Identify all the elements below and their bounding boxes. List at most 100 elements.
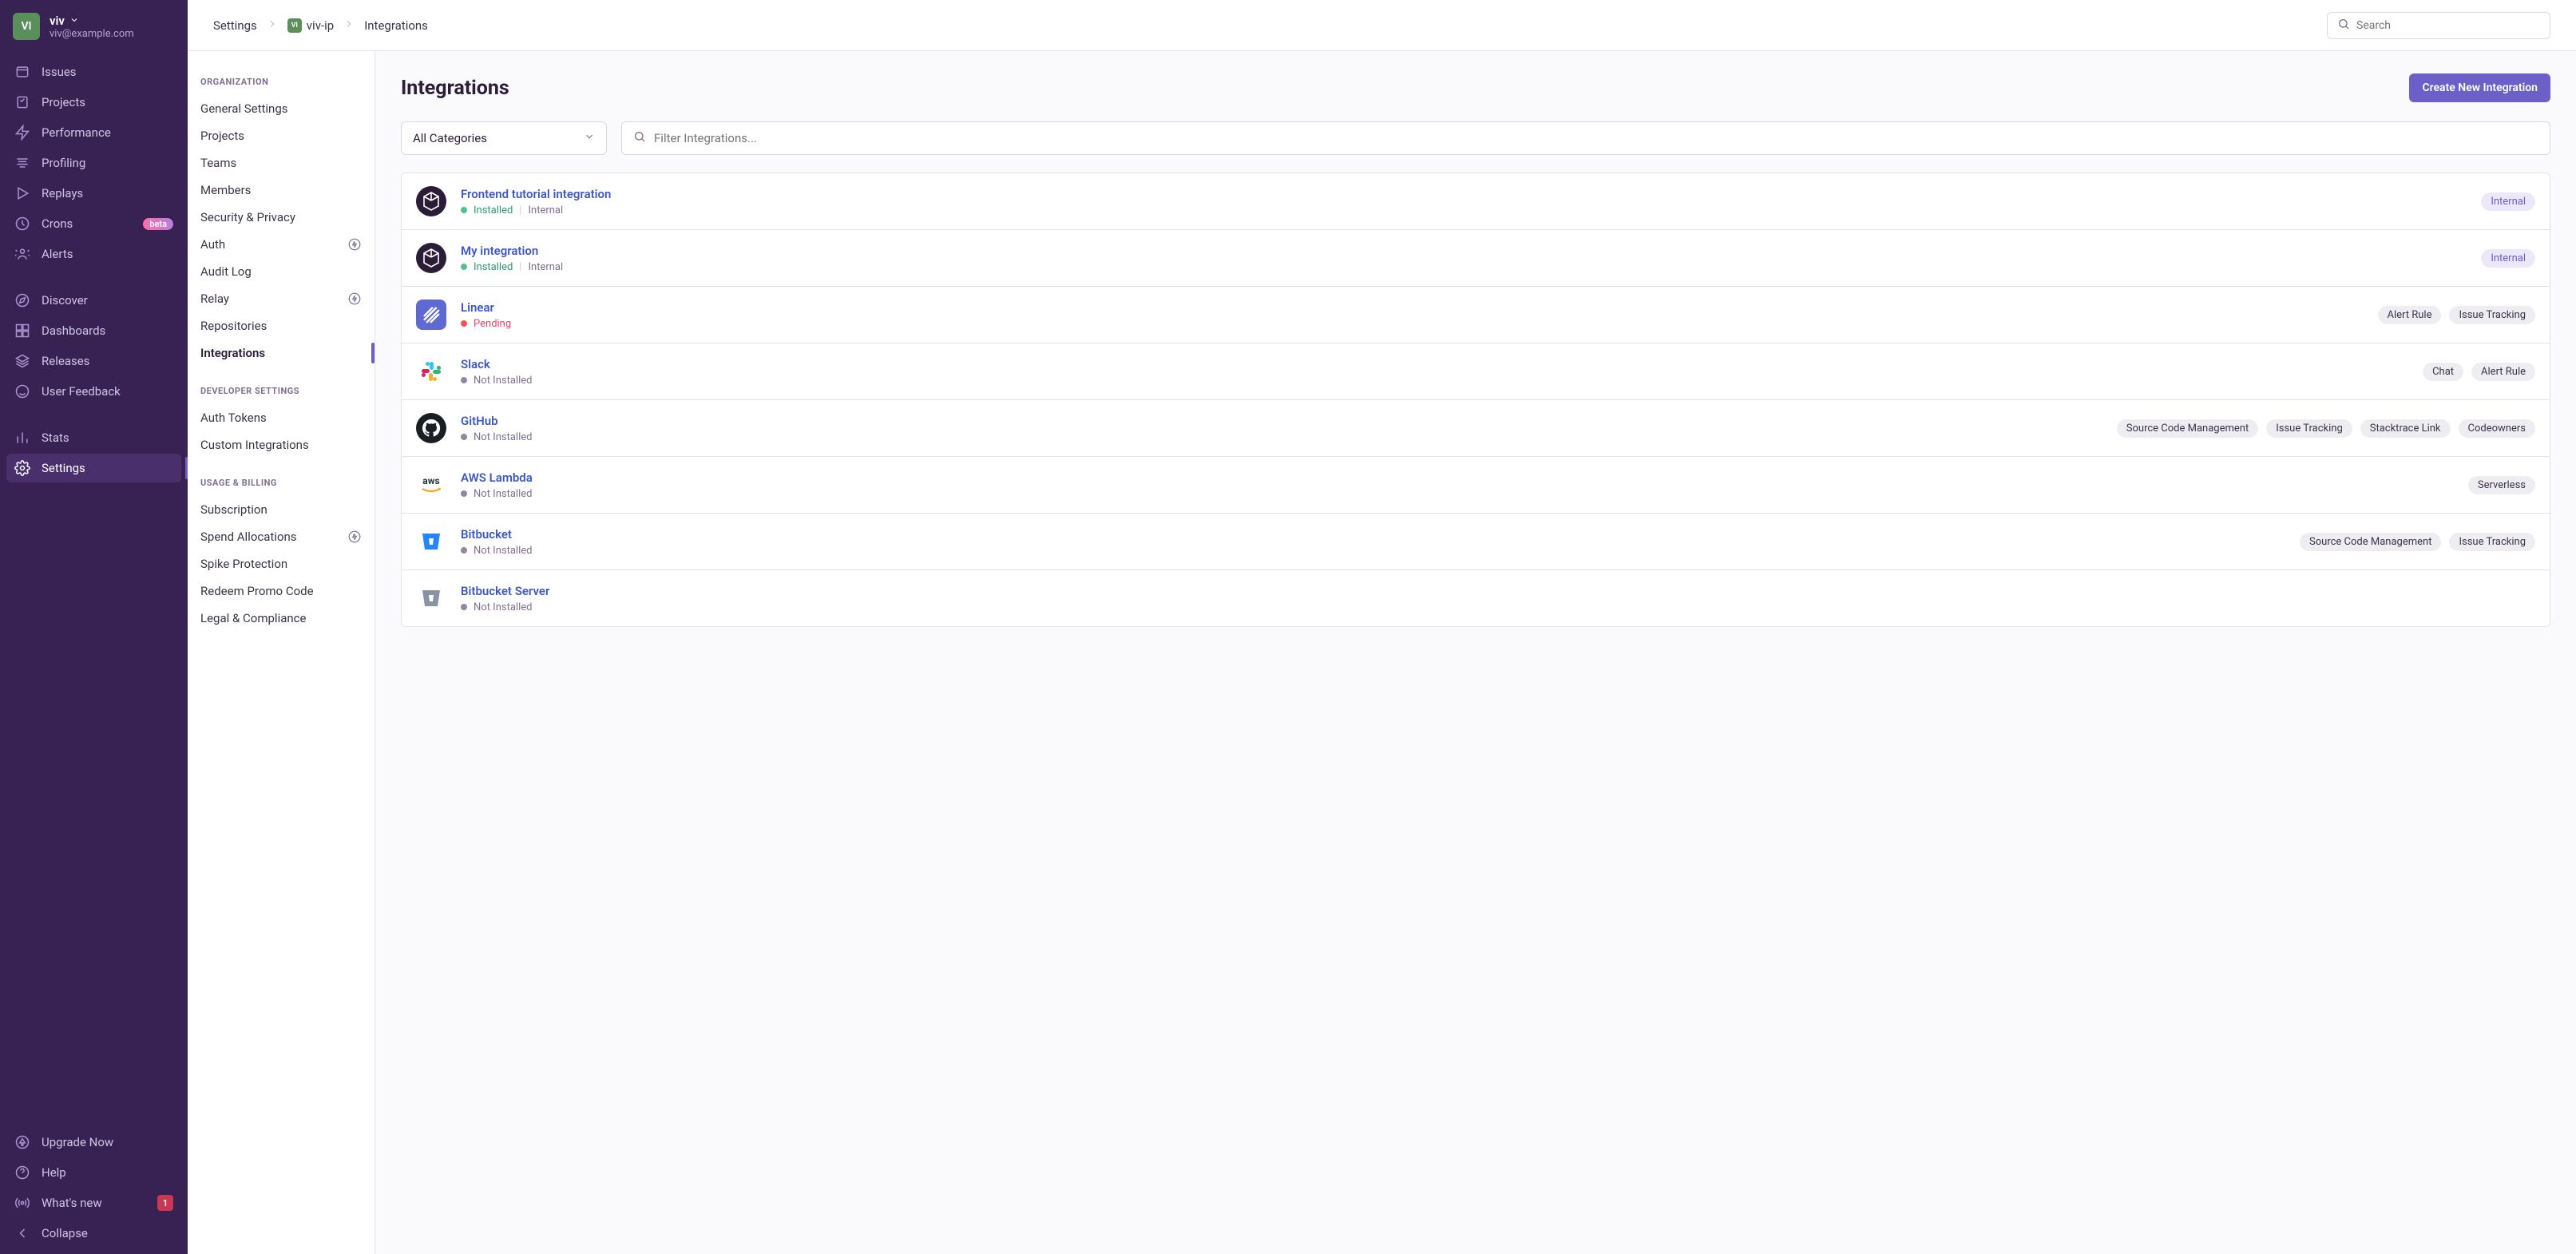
integration-name-link[interactable]: AWS Lambda [461, 470, 533, 485]
github-logo-icon [416, 413, 446, 443]
settings-nav-item-label: Integrations [200, 346, 265, 360]
settings-nav-item-integrations[interactable]: Integrations [200, 339, 362, 367]
sidebar-item-label: Collapse [42, 1226, 88, 1240]
settings-nav-item-projects[interactable]: Projects [200, 122, 362, 149]
settings-nav-item-security-privacy[interactable]: Security & Privacy [200, 204, 362, 231]
sidebar-item-label: What's new [42, 1196, 102, 1210]
settings-nav-item-teams[interactable]: Teams [200, 149, 362, 177]
settings-nav-item-label: Spike Protection [200, 557, 287, 571]
sidebar-item-projects[interactable]: Projects [6, 88, 181, 117]
category-select-label: All Categories [413, 131, 487, 145]
sidebar-item-settings[interactable]: Settings [6, 454, 181, 482]
integration-name-link[interactable]: GitHub [461, 414, 532, 428]
breadcrumb-root[interactable]: Settings [213, 18, 257, 33]
sidebar-primary: VI viv viv@example.com Issues Projects P… [0, 0, 188, 1254]
integration-row[interactable]: BitbucketNot InstalledSource Code Manage… [402, 514, 2550, 570]
integration-row[interactable]: AWS Lambda Not Installed Serverless [402, 457, 2550, 514]
integration-row[interactable]: Linear Pending Alert Rule Issue Tracking [402, 287, 2550, 343]
sidebar-item-label: Dashboards [42, 323, 105, 338]
topbar: Settings VI viv-ip Integrations [188, 0, 2576, 51]
tag-pill: Alert Rule [2378, 306, 2442, 324]
integration-tags: Serverless [2468, 476, 2535, 494]
integration-row[interactable]: Frontend tutorial integrationInstalled|I… [402, 173, 2550, 230]
releases-icon [14, 353, 30, 369]
integration-name-link[interactable]: Bitbucket Server [461, 584, 549, 598]
settings-nav-item-label: Audit Log [200, 264, 252, 279]
sidebar-item-replays[interactable]: Replays [6, 179, 181, 208]
integration-row[interactable]: Bitbucket Server Not Installed [402, 570, 2550, 626]
sidebar-item-crons[interactable]: Crons beta [6, 209, 181, 238]
sidebar-item-collapse[interactable]: Collapse [6, 1219, 181, 1248]
sidebar-item-upgrade[interactable]: Upgrade Now [6, 1128, 181, 1157]
sidebar-item-profiling[interactable]: Profiling [6, 149, 181, 177]
search-input[interactable] [2356, 19, 2540, 32]
category-select[interactable]: All Categories [401, 121, 607, 155]
settings-nav-item-label: Custom Integrations [200, 438, 309, 452]
sidebar-item-discover[interactable]: Discover [6, 286, 181, 315]
issues-icon [14, 64, 30, 80]
tag-pill: Internal [2481, 249, 2535, 268]
chevron-right-icon [267, 18, 278, 33]
settings-nav-item-auth-tokens[interactable]: Auth Tokens [200, 404, 362, 431]
integration-status-label: Not Installed [474, 545, 532, 557]
settings-nav-item-legal-compliance[interactable]: Legal & Compliance [200, 605, 362, 632]
stats-icon [14, 430, 30, 446]
integration-row[interactable]: GitHubNot InstalledSource Code Managemen… [402, 400, 2550, 457]
integration-status-label: Not Installed [474, 601, 532, 613]
integration-name-link[interactable]: Frontend tutorial integration [461, 187, 611, 201]
sidebar-item-label: Releases [42, 354, 89, 368]
sidebar-user-block[interactable]: VI viv viv@example.com [0, 0, 188, 54]
tag-pill: Issue Tracking [2449, 306, 2535, 324]
settings-nav-item-label: Relay [200, 292, 229, 306]
sidebar-item-user-feedback[interactable]: User Feedback [6, 377, 181, 406]
sidebar-item-dashboards[interactable]: Dashboards [6, 316, 181, 345]
settings-nav-item-redeem-promo-code[interactable]: Redeem Promo Code [200, 577, 362, 605]
power-icon [347, 530, 362, 544]
integration-name-link[interactable]: Slack [461, 357, 532, 371]
integration-name-link[interactable]: My integration [461, 244, 563, 258]
filter-input[interactable] [654, 131, 2538, 145]
settings-nav-item-audit-log[interactable]: Audit Log [200, 258, 362, 285]
settings-nav-item-custom-integrations[interactable]: Custom Integrations [200, 431, 362, 458]
settings-nav-item-spend-allocations[interactable]: Spend Allocations [200, 523, 362, 550]
sidebar-item-help[interactable]: Help [6, 1158, 181, 1187]
settings-nav-item-auth[interactable]: Auth [200, 231, 362, 258]
sidebar-item-whatsnew[interactable]: What's new 1 [6, 1189, 181, 1217]
integration-status-label: Not Installed [474, 488, 532, 500]
sidebar-item-label: Profiling [42, 156, 85, 170]
tag-pill: Serverless [2468, 476, 2535, 494]
settings-nav-item-label: Teams [200, 156, 236, 170]
integration-status-label: Not Installed [474, 375, 532, 387]
integration-name-link[interactable]: Bitbucket [461, 527, 532, 542]
breadcrumb-project[interactable]: viv-ip [307, 18, 334, 33]
integration-row[interactable]: My integrationInstalled|InternalInternal [402, 230, 2550, 287]
settings-nav-item-repositories[interactable]: Repositories [200, 312, 362, 339]
collapse-icon [14, 1225, 30, 1241]
integration-list: Frontend tutorial integrationInstalled|I… [401, 173, 2550, 627]
crons-icon [14, 216, 30, 232]
sidebar-item-releases[interactable]: Releases [6, 347, 181, 375]
integration-status-label: Pending [474, 318, 511, 330]
integration-name-link[interactable]: Linear [461, 300, 511, 315]
settings-nav-item-general-settings[interactable]: General Settings [200, 95, 362, 122]
create-integration-button[interactable]: Create New Integration [2409, 73, 2550, 102]
sidebar-item-performance[interactable]: Performance [6, 118, 181, 147]
sidebar-item-stats[interactable]: Stats [6, 423, 181, 452]
bitbucket-gray-logo-icon [416, 583, 446, 613]
search-box[interactable] [2327, 12, 2550, 39]
sidebar-item-alerts[interactable]: Alerts [6, 240, 181, 268]
settings-nav-item-spike-protection[interactable]: Spike Protection [200, 550, 362, 577]
settings-nav-item-relay[interactable]: Relay [200, 285, 362, 312]
integration-row[interactable]: SlackNot InstalledChatAlert Rule [402, 343, 2550, 400]
whatsnew-count-badge: 1 [157, 1195, 173, 1211]
settings-nav-item-subscription[interactable]: Subscription [200, 496, 362, 523]
aws-logo-icon [416, 470, 446, 500]
status-dot-icon [461, 490, 467, 497]
filter-box[interactable] [621, 121, 2550, 155]
user-feedback-icon [14, 383, 30, 399]
sidebar-item-label: Discover [42, 293, 88, 308]
help-icon [14, 1165, 30, 1181]
settings-nav-item-members[interactable]: Members [200, 177, 362, 204]
page-title: Integrations [401, 77, 509, 100]
sidebar-item-issues[interactable]: Issues [6, 58, 181, 86]
